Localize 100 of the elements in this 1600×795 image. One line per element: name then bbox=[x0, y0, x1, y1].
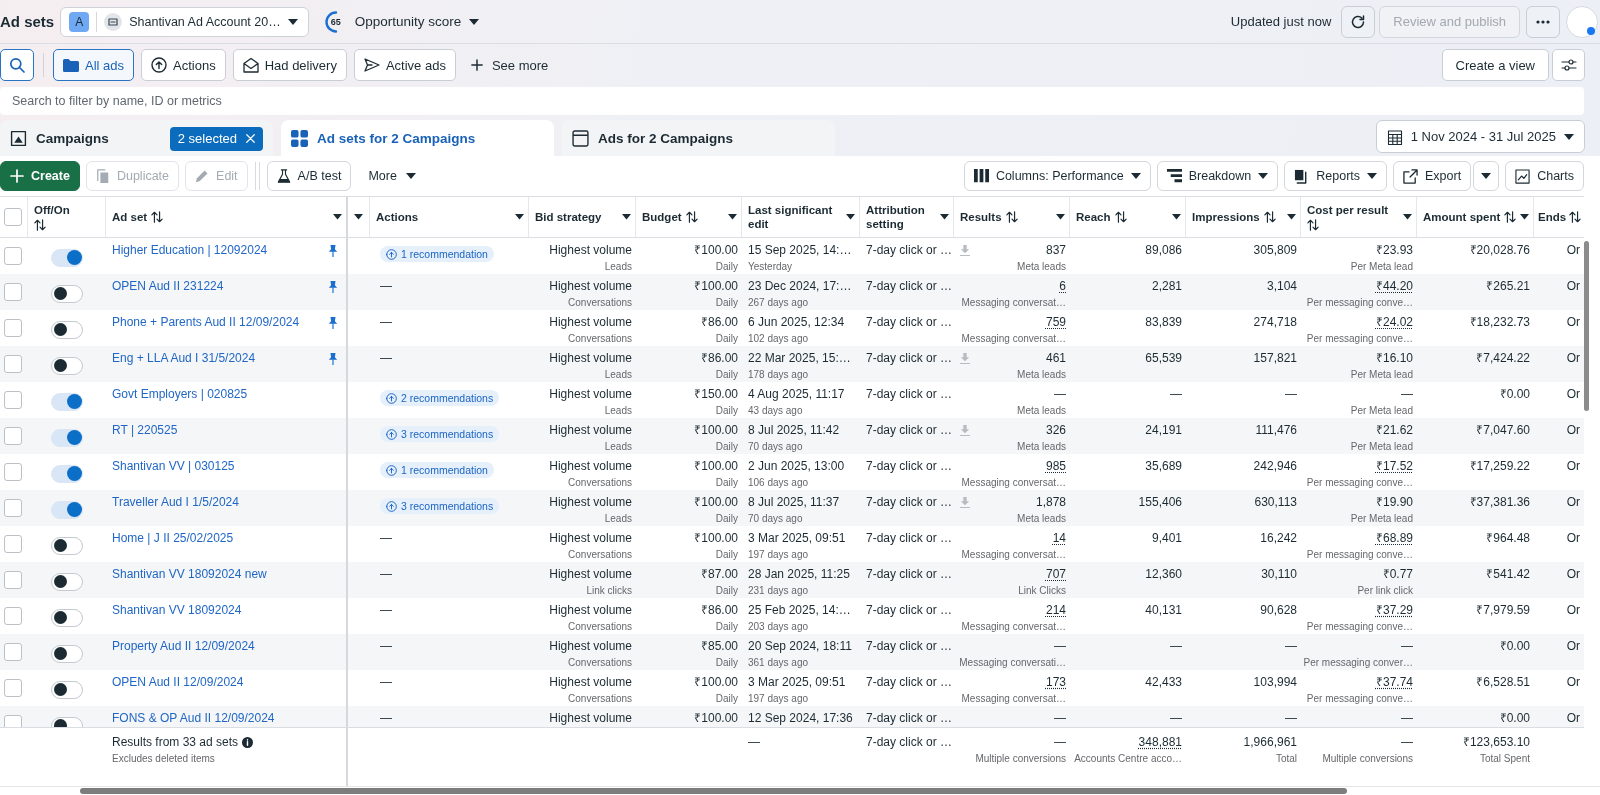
column-header[interactable]: Bid strategy bbox=[529, 197, 636, 237]
column-header[interactable]: Attribution setting bbox=[860, 197, 954, 237]
search-button[interactable] bbox=[0, 49, 34, 81]
toggle-switch[interactable] bbox=[51, 464, 83, 483]
result-type: Meta leads bbox=[1017, 368, 1066, 381]
ad-set-link[interactable]: OPEN Aud II 231224 bbox=[112, 279, 224, 294]
ad-set-link[interactable]: OPEN Aud II 12/09/2024 bbox=[112, 675, 244, 690]
edit-date: 2 Jun 2025, 13:00 bbox=[748, 459, 845, 474]
toggle-switch[interactable] bbox=[51, 500, 83, 519]
toggle-switch[interactable] bbox=[51, 680, 83, 699]
toggle-switch[interactable] bbox=[51, 572, 83, 591]
see-more-button[interactable]: See more bbox=[462, 49, 557, 81]
toolbar-button[interactable]: Breakdown bbox=[1156, 161, 1279, 191]
filter-button[interactable]: Actions bbox=[141, 49, 226, 81]
column-header[interactable]: Last significant edit bbox=[742, 197, 860, 237]
recommendation-badge[interactable]: 1 recommendation bbox=[380, 246, 494, 262]
ad-set-link[interactable]: Govt Employers | 020825 bbox=[112, 387, 248, 402]
ad-set-link[interactable]: Home | J II 25/02/2025 bbox=[112, 531, 234, 546]
toolbar-button[interactable]: Charts bbox=[1505, 161, 1584, 191]
row-checkbox[interactable] bbox=[4, 463, 22, 481]
toggle-switch[interactable] bbox=[51, 392, 83, 411]
row-checkbox[interactable] bbox=[4, 643, 22, 661]
toolbar-button[interactable]: Create bbox=[0, 161, 80, 191]
vertical-scrollbar[interactable] bbox=[1584, 241, 1589, 411]
ad-set-link[interactable]: Property Aud II 12/09/2024 bbox=[112, 639, 255, 654]
row-checkbox[interactable] bbox=[4, 319, 22, 337]
ad-set-link[interactable]: Traveller Aud I 1/5/2024 bbox=[112, 495, 239, 510]
ad-set-link[interactable]: FONS & OP Aud II 12/09/2024 bbox=[112, 711, 275, 726]
toolbar-button[interactable]: Columns: Performance bbox=[963, 161, 1151, 191]
recommendation-badge[interactable]: 2 recommendations bbox=[380, 390, 500, 406]
filter-button[interactable]: Had delivery bbox=[232, 49, 347, 81]
toolbar-button[interactable]: Export bbox=[1393, 161, 1472, 191]
budget-period: Daily bbox=[715, 512, 738, 525]
toggle-switch[interactable] bbox=[51, 320, 83, 339]
export-menu-button[interactable] bbox=[1473, 161, 1500, 191]
create-view-button[interactable]: Create a view bbox=[1441, 49, 1549, 81]
ad-set-link[interactable]: Shantivan VV 18092024 bbox=[112, 603, 242, 618]
toggle-switch[interactable] bbox=[51, 644, 83, 663]
selection-chip[interactable]: 2 selected bbox=[169, 126, 263, 151]
row-checkbox[interactable] bbox=[4, 607, 22, 625]
toggle-switch[interactable] bbox=[51, 284, 83, 303]
attribution-setting: 7-day click or … bbox=[866, 387, 953, 402]
filter-button[interactable]: Active ads bbox=[353, 49, 456, 81]
ad-set-link[interactable]: Shantivan VV | 030125 bbox=[112, 459, 235, 474]
attribution-setting: 7-day click or … bbox=[866, 603, 953, 618]
amount-spent: ₹6,528.51 bbox=[1476, 675, 1530, 690]
filter-button[interactable]: All ads bbox=[53, 49, 135, 81]
recommendation-badge[interactable]: 3 recommendations bbox=[380, 498, 500, 514]
budget-period: Daily bbox=[715, 260, 738, 273]
tab[interactable]: Ad sets for 2 Campaigns bbox=[281, 120, 554, 157]
tab[interactable]: Campaigns 2 selected bbox=[0, 120, 273, 157]
account-selector[interactable]: A Shantivan Ad Account 20… bbox=[60, 6, 309, 37]
row-checkbox[interactable] bbox=[4, 679, 22, 697]
row-checkbox[interactable] bbox=[4, 391, 22, 409]
column-header[interactable]: Ends bbox=[1534, 197, 1584, 237]
toolbar-button[interactable]: A/B test bbox=[266, 161, 352, 191]
column-header[interactable]: Budget bbox=[636, 197, 742, 237]
row-checkbox[interactable] bbox=[4, 355, 22, 373]
row-checkbox[interactable] bbox=[4, 247, 22, 265]
toolbar-button[interactable]: Reports bbox=[1284, 161, 1388, 191]
toggle-switch[interactable] bbox=[51, 356, 83, 375]
column-header[interactable]: Amount spent bbox=[1417, 197, 1534, 237]
row-checkbox[interactable] bbox=[4, 535, 22, 553]
date-range-button[interactable]: 1 Nov 2024 - 31 Jul 2025 bbox=[1375, 120, 1585, 153]
ad-set-link[interactable]: Shantivan VV 18092024 new bbox=[112, 567, 267, 582]
attribution-setting: 7-day click or … bbox=[866, 711, 953, 726]
search-field[interactable]: Search to filter by name, ID or metrics bbox=[0, 87, 1584, 115]
end-date: Or bbox=[1566, 531, 1580, 546]
column-header[interactable]: Impressions bbox=[1186, 197, 1301, 237]
column-header[interactable]: Actions bbox=[370, 197, 529, 237]
horizontal-scrollbar[interactable] bbox=[80, 788, 1347, 794]
cost-per-result: ₹68.89 bbox=[1375, 531, 1413, 546]
recommendation-badge[interactable]: 1 recommendation bbox=[380, 462, 494, 478]
toggle-switch[interactable] bbox=[51, 536, 83, 555]
ad-set-link[interactable]: Higher Education | 12092024 bbox=[112, 243, 268, 258]
ad-set-link[interactable]: RT | 220525 bbox=[112, 423, 178, 438]
edit-age: 203 days ago bbox=[748, 620, 809, 633]
cost-per-result: ₹0.77 bbox=[1382, 567, 1413, 582]
ad-set-link[interactable]: Eng + LLA Aud I 31/5/2024 bbox=[112, 351, 256, 366]
toggle-switch[interactable] bbox=[51, 248, 83, 267]
view-settings-button[interactable] bbox=[1552, 49, 1585, 81]
cost-per-result: ₹44.20 bbox=[1375, 279, 1413, 294]
column-header[interactable]: Results bbox=[954, 197, 1070, 237]
reach-value: 89,086 bbox=[1145, 243, 1182, 258]
select-all-checkbox[interactable] bbox=[4, 208, 22, 226]
ad-set-link[interactable]: Phone + Parents Aud II 12/09/2024 bbox=[112, 315, 300, 330]
toggle-switch[interactable] bbox=[51, 608, 83, 627]
row-checkbox[interactable] bbox=[4, 499, 22, 517]
row-checkbox[interactable] bbox=[4, 571, 22, 589]
toggle-switch[interactable] bbox=[51, 428, 83, 447]
refresh-button[interactable] bbox=[1341, 5, 1376, 38]
row-checkbox[interactable] bbox=[4, 283, 22, 301]
column-header[interactable]: Off/On bbox=[28, 197, 106, 237]
tab[interactable]: Ads for 2 Campaigns bbox=[562, 120, 835, 157]
row-checkbox[interactable] bbox=[4, 427, 22, 445]
opportunity-score-button[interactable]: 65 Opportunity score bbox=[324, 6, 480, 37]
recommendation-badge[interactable]: 3 recommendations bbox=[380, 426, 500, 442]
column-header[interactable]: Cost per result bbox=[1301, 197, 1417, 237]
column-header[interactable]: Reach bbox=[1070, 197, 1186, 237]
bid-strategy: Highest volume bbox=[549, 495, 632, 510]
